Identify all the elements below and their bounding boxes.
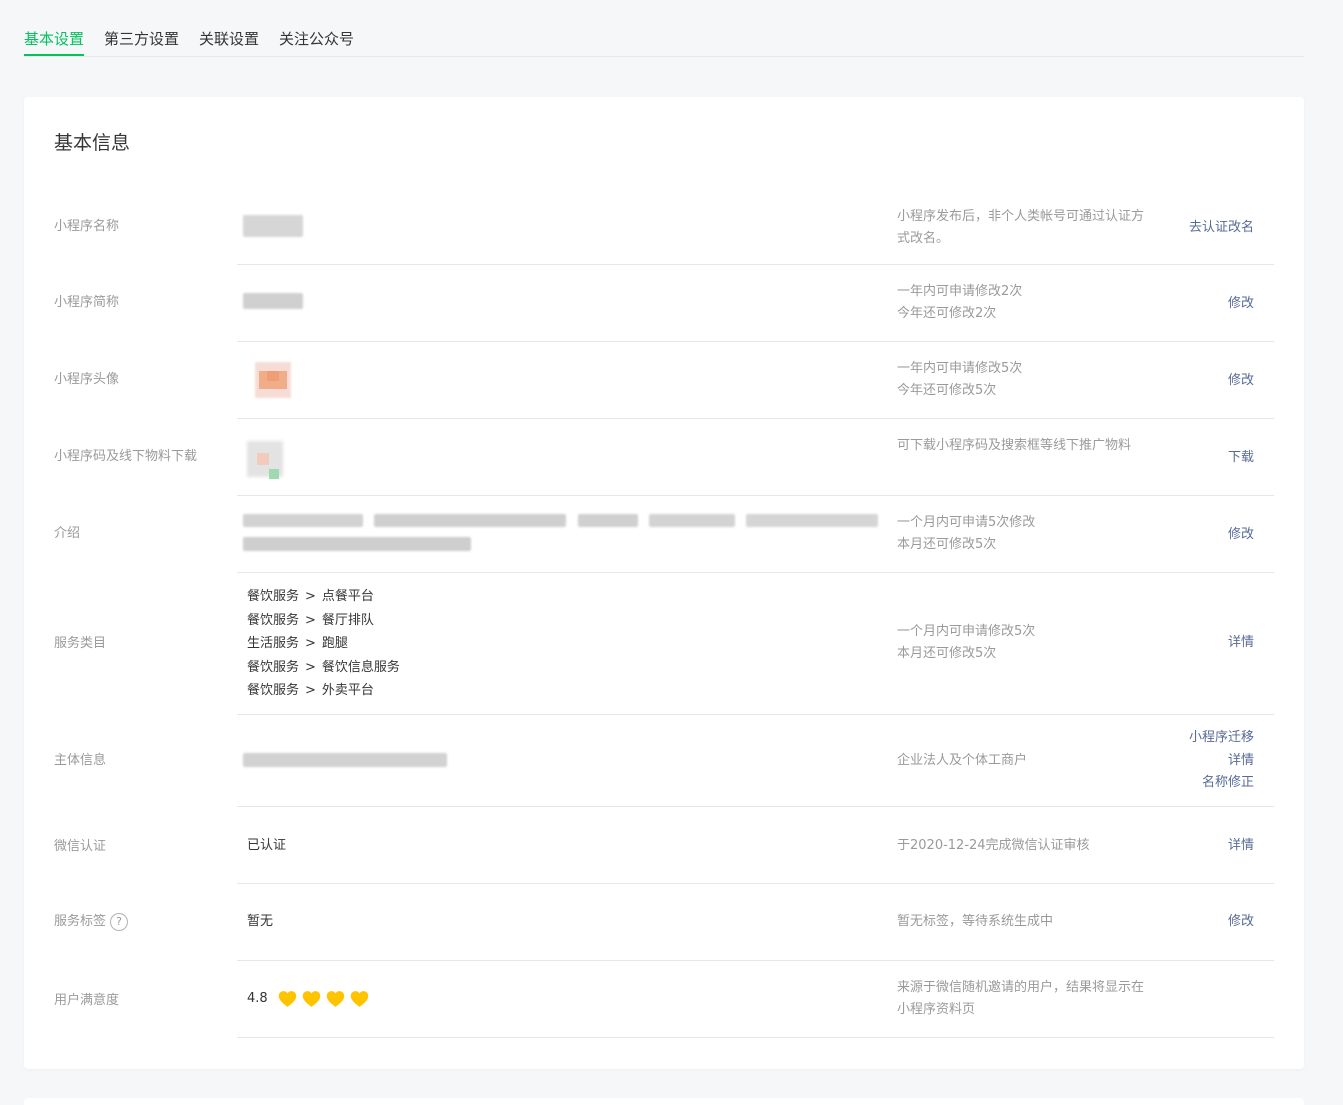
satisfaction-value: 4.8 bbox=[247, 987, 369, 1011]
row-subject-info: 主体信息 企业法人及个体工商户 小程序迁移 详情 名称修正 bbox=[24, 715, 1304, 807]
divider bbox=[237, 1037, 1274, 1038]
row-qrcode-download: 小程序码及线下物料下载 可下载小程序码及搜索框等线下推广物料 下载 bbox=[24, 419, 1304, 496]
migrate-mini-program-link[interactable]: 小程序迁移 bbox=[1189, 727, 1254, 750]
certification-detail-link[interactable]: 详情 bbox=[1228, 835, 1254, 858]
name-correction-link[interactable]: 名称修正 bbox=[1189, 772, 1254, 795]
row-avatar: 小程序头像 一年内可申请修改5次 今年还可修改5次 修改 bbox=[24, 342, 1304, 419]
category-detail-link[interactable]: 详情 bbox=[1228, 632, 1254, 655]
row-service-tags: 服务标签 ? 暂无 暂无标签，等待系统生成中 修改 bbox=[24, 884, 1304, 961]
row-tip: 一个月内可申请修改5次 本月还可修改5次 bbox=[897, 624, 1036, 661]
row-wechat-certification: 微信认证 已认证 于2020-12-24完成微信认证审核 详情 bbox=[24, 807, 1304, 884]
row-label: 介绍 bbox=[54, 526, 81, 541]
row-label: 小程序简称 bbox=[54, 295, 120, 310]
avatar bbox=[255, 362, 291, 398]
tab-association-settings[interactable]: 关联设置 bbox=[199, 28, 259, 56]
row-introduction: 介绍 一个月内可申请5次修改 本月还可修改5次 修改 bbox=[24, 496, 1304, 573]
category-item: 餐饮服务 > 餐饮信息服务 bbox=[247, 659, 400, 675]
row-service-category: 服务类目 餐饮服务 > 点餐平台 餐饮服务 > 餐厅排队 生活服务 > 跑腿 餐饮服务 > 餐饮… bbox=[24, 573, 1304, 715]
redacted-introduction bbox=[243, 514, 883, 554]
row-tip: 一年内可申请修改5次 今年还可修改5次 bbox=[897, 361, 1023, 398]
heart-icon bbox=[302, 990, 320, 1007]
tab-basic-settings[interactable]: 基本设置 bbox=[24, 28, 85, 56]
row-label: 小程序头像 bbox=[54, 372, 120, 387]
category-item: 餐饮服务 > 外卖平台 bbox=[247, 683, 374, 698]
heart-rating bbox=[278, 990, 369, 1008]
question-circle-icon[interactable]: ? bbox=[110, 913, 129, 931]
heart-icon bbox=[350, 990, 368, 1007]
modify-link[interactable]: 修改 bbox=[1228, 370, 1254, 393]
row-tip: 企业法人及个体工商户 bbox=[897, 753, 1028, 768]
download-link[interactable]: 下载 bbox=[1228, 447, 1254, 470]
tab-follow-official-account[interactable]: 关注公众号 bbox=[279, 28, 354, 56]
row-label: 用户满意度 bbox=[54, 993, 120, 1008]
row-tip: 一年内可申请修改2次 今年还可修改2次 bbox=[897, 284, 1023, 321]
heart-icon bbox=[278, 990, 296, 1007]
card-title: 基本信息 bbox=[54, 132, 131, 154]
row-tip: 于2020-12-24完成微信认证审核 bbox=[897, 838, 1090, 853]
row-tip: 来源于微信随机邀请的用户，结果将显示在小程序资料页 bbox=[897, 980, 1145, 1017]
row-label: 服务类目 bbox=[54, 636, 107, 651]
next-card bbox=[24, 1098, 1304, 1105]
row-label: 微信认证 bbox=[54, 839, 107, 854]
qrcode-thumbnail bbox=[243, 433, 303, 483]
tab-third-party-settings[interactable]: 第三方设置 bbox=[104, 28, 179, 56]
row-mini-program-name: 小程序名称 小程序发布后，非个人类帐号可通过认证方式改名。 去认证改名 bbox=[24, 193, 1304, 265]
row-short-name: 小程序简称 一年内可申请修改2次 今年还可修改2次 修改 bbox=[24, 265, 1304, 342]
row-label: 小程序码及线下物料下载 bbox=[54, 449, 198, 464]
category-list: 餐饮服务 > 点餐平台 餐饮服务 > 餐厅排队 生活服务 > 跑腿 餐饮服务 > 餐饮信息服务 … bbox=[247, 585, 400, 703]
heart-icon bbox=[326, 990, 344, 1007]
redacted-name bbox=[243, 215, 303, 237]
redacted-short-name bbox=[243, 293, 303, 309]
row-label: 小程序名称 bbox=[54, 219, 120, 234]
row-label: 主体信息 bbox=[54, 753, 107, 768]
row-tip: 暂无标签，等待系统生成中 bbox=[897, 914, 1054, 929]
subject-detail-link[interactable]: 详情 bbox=[1189, 750, 1254, 773]
redacted-subject bbox=[243, 753, 447, 767]
service-tags-value: 暂无 bbox=[247, 914, 274, 929]
row-tip: 可下载小程序码及搜索框等线下推广物料 bbox=[897, 438, 1132, 453]
category-item: 餐饮服务 > 餐厅排队 bbox=[247, 612, 374, 628]
category-item: 生活服务 > 跑腿 bbox=[247, 636, 348, 651]
row-label: 服务标签 ? bbox=[54, 912, 129, 932]
settings-tabs: 基本设置 第三方设置 关联设置 关注公众号 bbox=[24, 0, 1304, 57]
row-tip: 小程序发布后，非个人类帐号可通过认证方式改名。 bbox=[897, 209, 1145, 246]
row-user-satisfaction: 用户满意度 4.8 来源于微信随机邀请的用户，结果将显示在小程序资料页 bbox=[24, 961, 1304, 1038]
basic-info-card: 基本信息 小程序名称 小程序发布后，非个人类帐号可通过认证方式改名。 去认证改名… bbox=[24, 97, 1304, 1069]
satisfaction-score: 4.8 bbox=[247, 991, 268, 1006]
row-tip: 一个月内可申请5次修改 本月还可修改5次 bbox=[897, 515, 1036, 552]
modify-link[interactable]: 修改 bbox=[1228, 524, 1254, 547]
category-item: 餐饮服务 > 点餐平台 bbox=[247, 589, 374, 604]
modify-tags-link[interactable]: 修改 bbox=[1228, 911, 1254, 934]
modify-link[interactable]: 修改 bbox=[1228, 293, 1254, 316]
certify-rename-link[interactable]: 去认证改名 bbox=[1189, 217, 1254, 240]
certification-status: 已认证 bbox=[247, 838, 287, 853]
